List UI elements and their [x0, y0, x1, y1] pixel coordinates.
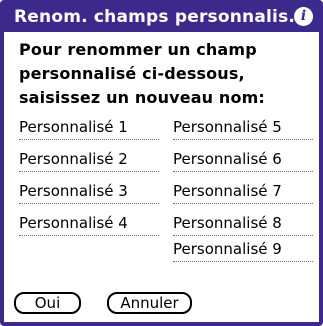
custom-field-5-input[interactable]: Personnalisé 5	[173, 117, 313, 140]
dialog-title: Renom. champs personnalis.	[14, 7, 296, 27]
custom-field-3-input[interactable]: Personnalisé 3	[19, 181, 159, 204]
cancel-button[interactable]: Annuler	[107, 292, 192, 314]
custom-field-8-input[interactable]: Personnalisé 8	[173, 213, 313, 236]
rename-custom-fields-dialog: Renom. champs personnalis. i Pour renomm…	[0, 0, 323, 326]
custom-field-1-input[interactable]: Personnalisé 1	[19, 117, 159, 140]
custom-field-4-input[interactable]: Personnalisé 4	[19, 213, 159, 236]
instructions-text: Pour renommer un champ personnalisé ci-d…	[19, 38, 309, 110]
ok-button[interactable]: Oui	[14, 292, 81, 314]
instructions-line: Pour renommer un champ	[19, 40, 257, 59]
dialog-title-bar: Renom. champs personnalis. i	[4, 4, 319, 32]
instructions-line: personnalisé ci-dessous,	[19, 64, 245, 83]
info-icon[interactable]: i	[294, 7, 313, 26]
custom-field-7-input[interactable]: Personnalisé 7	[173, 181, 313, 204]
custom-field-6-input[interactable]: Personnalisé 6	[173, 149, 313, 172]
custom-field-2-input[interactable]: Personnalisé 2	[19, 149, 159, 172]
instructions-line: saisissez un nouveau nom:	[19, 88, 265, 107]
custom-field-9-input[interactable]: Personnalisé 9	[173, 239, 313, 262]
